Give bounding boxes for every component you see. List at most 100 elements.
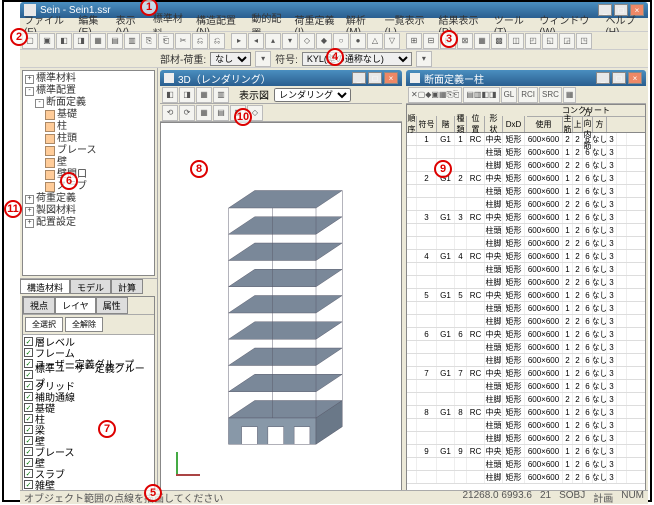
tree-tab[interactable]: モデル (70, 279, 111, 294)
table-cell[interactable]: 柱脚 (485, 432, 503, 444)
table-cell[interactable]: なし (593, 263, 607, 275)
table-cell[interactable]: 7 (417, 367, 437, 379)
table-row[interactable]: 柱頭矩形600×600126なし3 (407, 380, 645, 393)
table-cell[interactable]: 矩形 (503, 354, 525, 366)
column-header[interactable]: 順序 (407, 116, 417, 132)
table-cell[interactable]: 6 (583, 185, 593, 197)
toolbar-button[interactable]: ▦ (90, 33, 106, 49)
table-cell[interactable]: 柱頭 (485, 146, 503, 158)
table-cell[interactable]: RC (467, 172, 485, 184)
checkbox-icon[interactable]: ✓ (24, 414, 33, 423)
table-cell[interactable] (407, 289, 417, 301)
table-cell[interactable]: 2 (563, 198, 573, 210)
table-cell[interactable]: 3 (607, 380, 617, 392)
table-cell[interactable] (467, 354, 485, 366)
table-cell[interactable]: 3 (607, 471, 617, 483)
table-cell[interactable]: 2 (573, 393, 583, 405)
table-cell[interactable] (617, 406, 627, 418)
table-cell[interactable]: 600×600 (525, 263, 563, 275)
table-row[interactable]: 柱脚矩形600×600226なし3 (407, 315, 645, 328)
table-cell[interactable] (417, 263, 437, 275)
table-cell[interactable]: 6 (583, 380, 593, 392)
table-cell[interactable] (407, 432, 417, 444)
table-cell[interactable] (437, 471, 455, 483)
expand-icon[interactable]: + (25, 207, 34, 216)
table-cell[interactable]: 柱脚 (485, 393, 503, 405)
table-cell[interactable] (617, 133, 627, 145)
table-cell[interactable]: 600×600 (525, 224, 563, 236)
table-cell[interactable]: なし (593, 172, 607, 184)
checkbox-icon[interactable]: ✓ (24, 458, 33, 467)
table-cell[interactable]: 6 (455, 328, 467, 340)
table-cell[interactable]: 600×600 (525, 289, 563, 301)
table-cell[interactable] (437, 419, 455, 431)
table-cell[interactable]: 6 (583, 172, 593, 184)
column-header[interactable]: 主筋 (563, 116, 573, 132)
table-cell[interactable] (437, 380, 455, 392)
table-cell[interactable] (437, 354, 455, 366)
table-cell[interactable]: 6 (417, 328, 437, 340)
table-cell[interactable] (417, 302, 437, 314)
table-cell[interactable]: 2 (573, 237, 583, 249)
table-cell[interactable] (407, 237, 417, 249)
tree-tab[interactable]: 構造材料 (20, 279, 70, 294)
table-cell[interactable]: 2 (573, 471, 583, 483)
table-cell[interactable]: 2 (573, 354, 583, 366)
table-cell[interactable]: RC (467, 289, 485, 301)
table-cell[interactable]: 1 (563, 185, 573, 197)
table-cell[interactable]: 中央 (485, 250, 503, 262)
table-cell[interactable]: 1 (563, 263, 573, 275)
table-cell[interactable]: 矩形 (503, 380, 525, 392)
table-cell[interactable]: 矩形 (503, 432, 525, 444)
table-cell[interactable]: 6 (583, 406, 593, 418)
table-cell[interactable] (437, 393, 455, 405)
table-cell[interactable] (417, 237, 437, 249)
table-cell[interactable]: なし (593, 354, 607, 366)
view-minimize[interactable]: _ (352, 72, 366, 84)
tree-item[interactable]: スラブ (25, 181, 152, 193)
column-header[interactable]: 種類 (455, 116, 467, 132)
table-cell[interactable] (437, 276, 455, 288)
table-cell[interactable]: 中央 (485, 172, 503, 184)
table-cell[interactable] (407, 328, 417, 340)
table-cell[interactable]: 9 (455, 445, 467, 457)
table-row[interactable]: 柱脚矩形600×600226なし3 (407, 471, 645, 484)
table-cell[interactable]: 矩形 (503, 341, 525, 353)
checkbox-icon[interactable]: ✓ (24, 480, 33, 489)
table-cell[interactable]: 6 (583, 354, 593, 366)
table-row[interactable]: 柱頭矩形600×600126なし3 (407, 458, 645, 471)
table-cell[interactable]: 600×600 (525, 406, 563, 418)
table-cell[interactable]: 2 (573, 302, 583, 314)
table-cell[interactable]: 3 (607, 198, 617, 210)
table-cell[interactable]: G1 (437, 133, 455, 145)
table-cell[interactable]: RC (467, 328, 485, 340)
table-cell[interactable]: 3 (607, 263, 617, 275)
table-cell[interactable] (407, 445, 417, 457)
table-cell[interactable]: 600×600 (525, 445, 563, 457)
table-cell[interactable]: 矩形 (503, 250, 525, 262)
table-cell[interactable]: 8 (455, 406, 467, 418)
table-cell[interactable] (407, 263, 417, 275)
table-cell[interactable] (467, 237, 485, 249)
tbl-minimize[interactable]: _ (596, 72, 610, 84)
tree-item[interactable]: ブレース (25, 145, 152, 157)
table-cell[interactable] (417, 432, 437, 444)
table-cell[interactable]: 2 (563, 432, 573, 444)
table-cell[interactable]: 3 (607, 367, 617, 379)
table-cell[interactable]: 矩形 (503, 315, 525, 327)
table-cell[interactable]: 600×600 (525, 393, 563, 405)
table-cell[interactable]: 600×600 (525, 419, 563, 431)
table-cell[interactable]: なし (593, 432, 607, 444)
toolbar-button[interactable]: ◰ (525, 33, 541, 49)
table-cell[interactable]: 2 (573, 172, 583, 184)
table-cell[interactable] (617, 224, 627, 236)
table-cell[interactable]: 6 (583, 263, 593, 275)
table-cell[interactable]: 矩形 (503, 172, 525, 184)
table-cell[interactable]: 2 (573, 419, 583, 431)
table-cell[interactable]: 2 (573, 315, 583, 327)
table-cell[interactable]: なし (593, 445, 607, 457)
table-cell[interactable]: 6 (583, 211, 593, 223)
table-row[interactable]: 柱頭矩形600×600126なし3 (407, 224, 645, 237)
table-cell[interactable]: なし (593, 471, 607, 483)
toolbar-button[interactable]: ⊠ (457, 33, 473, 49)
